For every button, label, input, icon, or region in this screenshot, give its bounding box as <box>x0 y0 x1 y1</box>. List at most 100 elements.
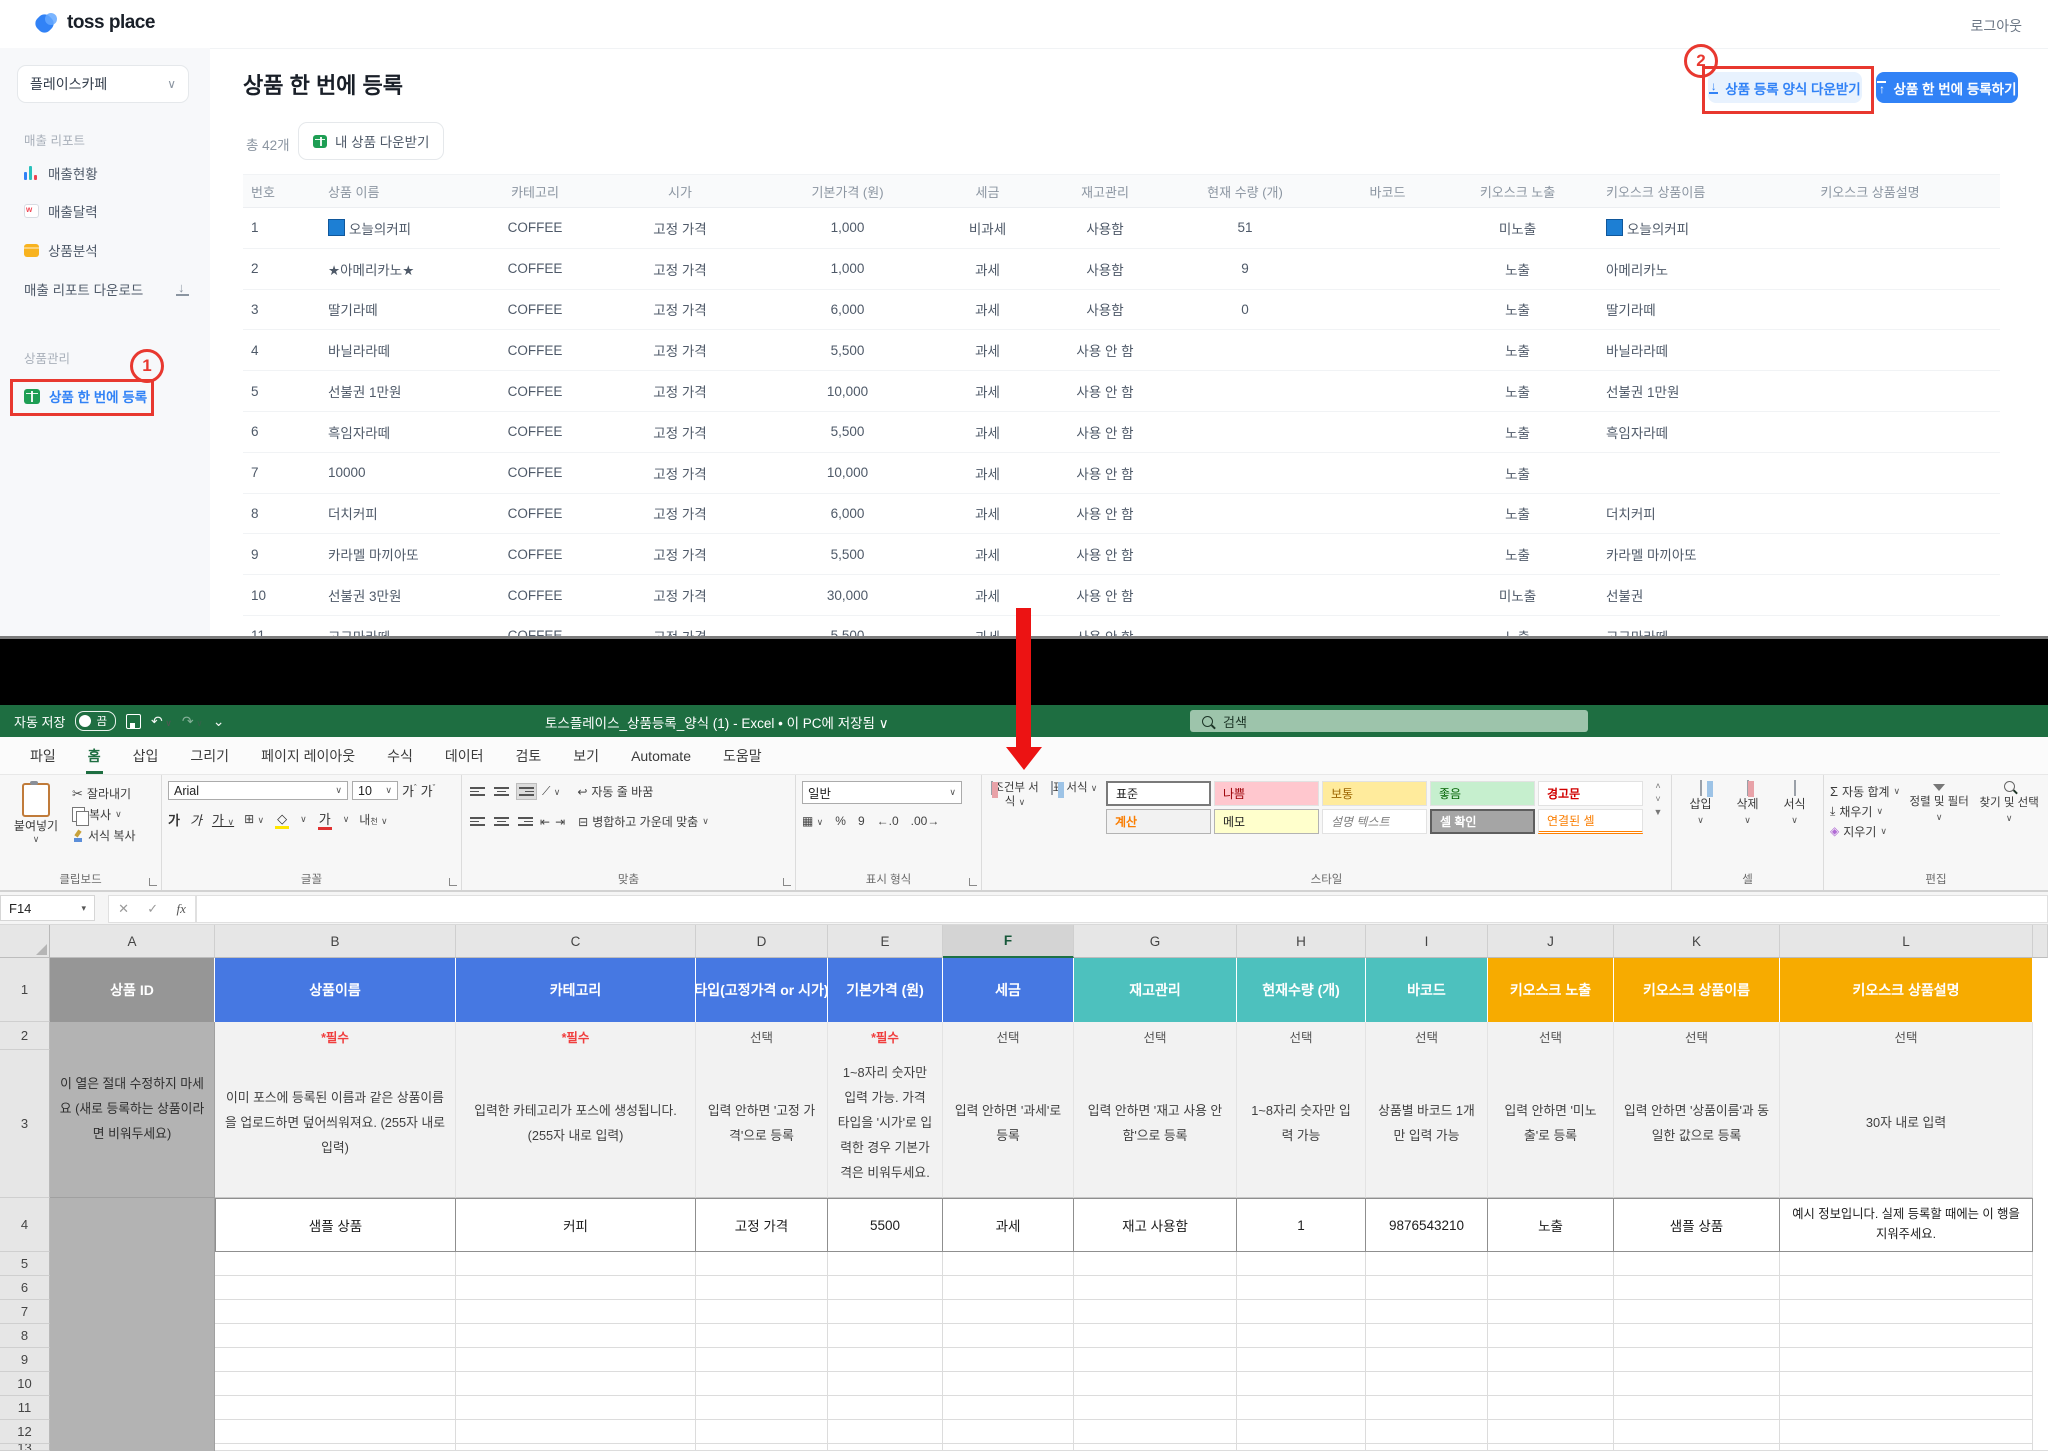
cell-F4[interactable]: 과세 <box>943 1198 1074 1252</box>
cell-I10[interactable] <box>1366 1372 1488 1396</box>
cell-I7[interactable] <box>1366 1300 1488 1324</box>
row-header-6[interactable]: 6 <box>0 1276 50 1300</box>
cell-style-calc[interactable]: 계산 <box>1106 809 1211 834</box>
cell-I13[interactable] <box>1366 1444 1488 1451</box>
cell-K10[interactable] <box>1614 1372 1780 1396</box>
cell-L13[interactable] <box>1780 1444 2033 1451</box>
cell-I9[interactable] <box>1366 1348 1488 1372</box>
row-header-10[interactable]: 10 <box>0 1372 50 1396</box>
cell-C5[interactable] <box>456 1252 696 1276</box>
table-row[interactable]: 10선불권 3만원COFFEE고정 가격30,000과세사용 안 함미노출선불권 <box>243 575 2000 616</box>
table-row[interactable]: 6흑임자라떼COFFEE고정 가격5,500과세사용 안 함노출흑임자라떼 <box>243 412 2000 453</box>
cell-H8[interactable] <box>1237 1324 1366 1348</box>
italic-button[interactable]: 가 <box>190 810 202 829</box>
cell-G11[interactable] <box>1074 1396 1237 1420</box>
cell-J3[interactable]: 입력 안하면 '미노출'로 등록 <box>1488 1050 1614 1198</box>
row-header-7[interactable]: 7 <box>0 1300 50 1324</box>
cell-I5[interactable] <box>1366 1252 1488 1276</box>
cell-J1[interactable]: 키오스크 노출 <box>1488 958 1614 1022</box>
logout-link[interactable]: 로그아웃 <box>1970 16 2022 36</box>
cell-L3[interactable]: 30자 내로 입력 <box>1780 1050 2033 1198</box>
cell-I1[interactable]: 바코드 <box>1366 958 1488 1022</box>
percent-style-icon[interactable]: % <box>835 814 846 828</box>
cell-E3[interactable]: 1~8자리 숫자만 입력 가능. 가격 타입을 '시가'로 입력한 경우 기본가… <box>828 1050 943 1198</box>
cell-H2[interactable]: 선택 <box>1237 1022 1366 1050</box>
align-middle-icon[interactable] <box>492 784 511 799</box>
cell-K4[interactable]: 샘플 상품 <box>1614 1198 1780 1252</box>
table-row[interactable]: 5선불권 1만원COFFEE고정 가격10,000과세사용 안 함노출선불권 1… <box>243 371 2000 412</box>
column-header-L[interactable]: L <box>1780 925 2033 958</box>
cell-H3[interactable]: 1~8자리 숫자만 입력 가능 <box>1237 1050 1366 1198</box>
cell-H5[interactable] <box>1237 1252 1366 1276</box>
insert-cells-button[interactable]: 삽입∨ <box>1678 781 1723 868</box>
cell-D1[interactable]: 타입(고정가격 or 시가) <box>696 958 828 1022</box>
row-header-12[interactable]: 12 <box>0 1420 50 1444</box>
cell-E5[interactable] <box>828 1252 943 1276</box>
cell-H1[interactable]: 현재수량 (개) <box>1237 958 1366 1022</box>
cell-L1[interactable]: 키오스크 상품설명 <box>1780 958 2033 1022</box>
cell-G6[interactable] <box>1074 1276 1237 1300</box>
cell-D12[interactable] <box>696 1420 828 1444</box>
cell-K6[interactable] <box>1614 1276 1780 1300</box>
table-row[interactable]: 2★아메리카노★COFFEE고정 가격1,000과세사용함9노출아메리카노 <box>243 249 2000 290</box>
sidebar-item-sales-calendar[interactable]: 매출달력 <box>24 201 190 221</box>
cell-E10[interactable] <box>828 1372 943 1396</box>
cell-G3[interactable]: 입력 안하면 '재고 사용 안 함'으로 등록 <box>1074 1050 1237 1198</box>
quick-access-chevron-icon[interactable]: ⌄ <box>213 713 225 730</box>
cell-L2[interactable]: 선택 <box>1780 1022 2033 1050</box>
cell-K5[interactable] <box>1614 1252 1780 1276</box>
dialog-launcher-icon[interactable] <box>449 878 457 886</box>
bold-button[interactable]: 가 <box>168 810 180 829</box>
column-header-m-sliver[interactable] <box>2033 925 2048 958</box>
table-row[interactable]: 710000COFFEE고정 가격10,000과세사용 안 함노출 <box>243 453 2000 494</box>
column-header-H[interactable]: H <box>1237 925 1366 958</box>
fill-color-button[interactable]: ◇ <box>274 810 290 828</box>
redo-icon[interactable]: ↷ ∨ <box>182 713 203 730</box>
cell-D7[interactable] <box>696 1300 828 1324</box>
format-as-table-button[interactable]: 표 서식 ∨ <box>1050 781 1098 834</box>
store-selector[interactable]: 플레이스카페 ∨ <box>17 65 189 103</box>
cell-L8[interactable] <box>1780 1324 2033 1348</box>
cell-J13[interactable] <box>1488 1444 1614 1451</box>
wrap-text-button[interactable]: ↩자동 줄 바꿈 <box>577 781 653 802</box>
column-header-I[interactable]: I <box>1366 925 1488 958</box>
cell-C9[interactable] <box>456 1348 696 1372</box>
cell-D10[interactable] <box>696 1372 828 1396</box>
cell-B4[interactable]: 샘플 상품 <box>215 1198 456 1252</box>
row-header-9[interactable]: 9 <box>0 1348 50 1372</box>
cell-J8[interactable] <box>1488 1324 1614 1348</box>
cell-A-locked-block[interactable] <box>50 1198 215 1451</box>
cell-F5[interactable] <box>943 1252 1074 1276</box>
ribbon-tab-Automate[interactable]: Automate <box>615 737 707 774</box>
table-row[interactable]: 3딸기라떼COFFEE고정 가격6,000과세사용함0노출딸기라떼 <box>243 290 2000 331</box>
ribbon-tab-검토[interactable]: 검토 <box>500 737 558 774</box>
cell-C3[interactable]: 입력한 카테고리가 포스에 생성됩니다. (255자 내로 입력) <box>456 1050 696 1198</box>
cell-I6[interactable] <box>1366 1276 1488 1300</box>
cell-L12[interactable] <box>1780 1420 2033 1444</box>
align-right-icon[interactable] <box>516 814 535 829</box>
cell-K3[interactable]: 입력 안하면 '상품이름'과 동일한 값으로 등록 <box>1614 1050 1780 1198</box>
cell-B7[interactable] <box>215 1300 456 1324</box>
cell-J10[interactable] <box>1488 1372 1614 1396</box>
column-header-G[interactable]: G <box>1074 925 1237 958</box>
ribbon-tab-데이터[interactable]: 데이터 <box>429 737 500 774</box>
cell-K11[interactable] <box>1614 1396 1780 1420</box>
cell-D3[interactable]: 입력 안하면 '고정 가격'으로 등록 <box>696 1050 828 1198</box>
cell-style-neutral[interactable]: 보통 <box>1322 781 1427 806</box>
cell-C8[interactable] <box>456 1324 696 1348</box>
cell-F9[interactable] <box>943 1348 1074 1372</box>
cell-E9[interactable] <box>828 1348 943 1372</box>
cell-C7[interactable] <box>456 1300 696 1324</box>
cell-G12[interactable] <box>1074 1420 1237 1444</box>
cell-H9[interactable] <box>1237 1348 1366 1372</box>
cell-L6[interactable] <box>1780 1276 2033 1300</box>
cancel-icon[interactable]: ✕ <box>118 901 129 917</box>
cell-style-explain[interactable]: 설명 텍스트 <box>1322 809 1427 834</box>
cell-E13[interactable] <box>828 1444 943 1451</box>
sidebar-item-sales-status[interactable]: 매출현황 <box>24 163 190 183</box>
ribbon-tab-페이지 레이아웃[interactable]: 페이지 레이아웃 <box>245 737 371 774</box>
autosum-button[interactable]: Σ자동 합계∨ <box>1830 781 1900 801</box>
cell-F1[interactable]: 세금 <box>943 958 1074 1022</box>
orientation-button[interactable]: ⟋ ∨ <box>542 784 560 799</box>
cell-style-good[interactable]: 좋음 <box>1430 781 1535 806</box>
